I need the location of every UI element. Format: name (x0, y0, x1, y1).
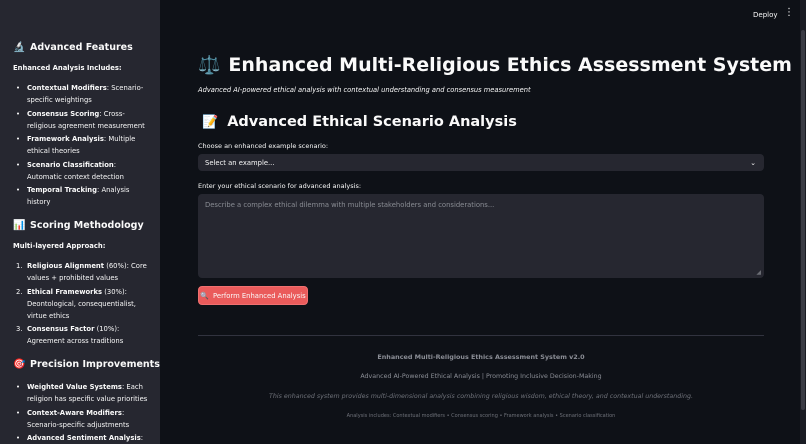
scenario-textarea[interactable] (205, 201, 757, 271)
list-item-term: Consensus Factor (27, 325, 95, 333)
sidebar-heading-label: Precision Improvements (30, 359, 160, 370)
footer-features: Analysis includes: Contextual modifiers … (346, 413, 616, 419)
section-heading: 📝 Advanced Ethical Scenario Analysis (202, 114, 517, 130)
magnifier-icon: 🔍 (200, 291, 210, 300)
deploy-button[interactable]: Deploy (753, 11, 778, 19)
list-item: 2. Ethical Frameworks (30%): Deontologica… (16, 286, 160, 322)
list-item-term: Religious Alignment (27, 262, 105, 270)
sidebar-subheading: Multi-layered Approach: (13, 242, 106, 250)
list-item: •Advanced Sentiment Analysis: Multiple N… (16, 432, 160, 444)
divider (198, 335, 764, 336)
footer-subtitle: Advanced AI-Powered Ethical Analysis | P… (360, 373, 602, 380)
bar-chart-icon: 📊 (13, 220, 26, 231)
main-menu-icon[interactable]: ⋮ (784, 8, 794, 18)
list-item: 3. Consensus Factor (10%): Agreement acro… (16, 323, 160, 347)
select-value: Select an example... (205, 158, 275, 167)
list-item-term: Contextual Modifiers (27, 84, 107, 92)
list-item-term: Consensus Scoring (27, 109, 100, 118)
list-marker: 3. (16, 325, 23, 333)
sidebar-heading-label: Scoring Methodology (30, 220, 144, 231)
list-marker: 2. (16, 287, 23, 296)
list-item-term: Temporal Tracking (27, 186, 98, 194)
sidebar-heading-precision-improvements: 🎯 Precision Improvements (13, 359, 160, 370)
sidebar-precision-list: • Weighted Value Systems: Each religion h… (13, 381, 160, 444)
sidebar-method-list: 1. Religious Alignment (60%): Core values… (13, 260, 160, 347)
page-title-text: Enhanced Multi-Religious Ethics Assessme… (228, 54, 792, 76)
resize-handle-icon[interactable]: ◢ (756, 269, 761, 276)
scenario-textarea-container: ◢ (198, 194, 764, 278)
scrollbar[interactable] (800, 0, 806, 444)
perform-analysis-label: Perform Enhanced Analysis (213, 291, 306, 300)
list-item: • Context-Aware Modifiers: Scenario-speci… (16, 408, 130, 429)
page-tagline: Advanced AI-powered ethical analysis wit… (198, 86, 531, 94)
scenario-input-label: Enter your ethical scenario for advanced… (198, 182, 362, 190)
section-heading-text: Advanced Ethical Scenario Analysis (227, 114, 517, 130)
sidebar: 🔬 Advanced Features Enhanced Analysis In… (0, 0, 160, 444)
sidebar-feature-list: • Contextual Modifiers: Scenario-specific… (13, 82, 160, 208)
list-item-term: Scenario Classification (27, 160, 114, 169)
microscope-icon: 🔬 (13, 42, 26, 53)
page-title: ⚖️ Enhanced Multi-Religious Ethics Asses… (198, 54, 792, 76)
list-item: • Framework Analysis: Multiple ethical th… (16, 135, 136, 155)
list-item-term: Weighted Value Systems (27, 383, 122, 391)
example-select-label: Choose an enhanced example scenario: (198, 142, 329, 150)
list-marker: 1. (16, 262, 23, 270)
list-item-term: Advanced Sentiment Analysis (27, 434, 141, 442)
chevron-down-icon: ⌄ (750, 158, 756, 167)
list-item-term: Context-Aware Modifiers (27, 408, 122, 417)
target-icon: 🎯 (13, 359, 26, 370)
perform-analysis-button[interactable]: 🔍 Perform Enhanced Analysis (198, 286, 308, 305)
scrollbar-thumb[interactable] (801, 30, 805, 410)
memo-icon: 📝 (202, 114, 219, 130)
list-item-term: Framework Analysis (27, 135, 104, 143)
sidebar-heading-label: Advanced Features (30, 42, 133, 53)
example-scenario-select[interactable]: Select an example... ⌄ (198, 154, 764, 171)
footer-title: Enhanced Multi-Religious Ethics Assessme… (377, 353, 585, 361)
list-item: • Temporal Tracking: Analysis history (16, 186, 130, 206)
scales-icon: ⚖️ (198, 54, 221, 76)
list-item: 1. Religious Alignment (60%): Core values… (16, 260, 160, 284)
list-item: • Weighted Value Systems: Each religion h… (16, 383, 148, 403)
list-item: • Scenario Classification: Automatic cont… (16, 160, 124, 181)
list-item-term: Ethical Frameworks (27, 287, 103, 296)
sidebar-heading-scoring-methodology: 📊 Scoring Methodology (13, 220, 160, 231)
list-item: • Contextual Modifiers: Scenario-specific… (16, 84, 144, 104)
footer-description: This enhanced system provides multi-dime… (268, 393, 693, 400)
sidebar-subheading: Enhanced Analysis Includes: (13, 64, 122, 72)
sidebar-heading-advanced-features: 🔬 Advanced Features (13, 42, 160, 53)
list-item: • Consensus Scoring: Cross-religious agre… (16, 109, 145, 130)
